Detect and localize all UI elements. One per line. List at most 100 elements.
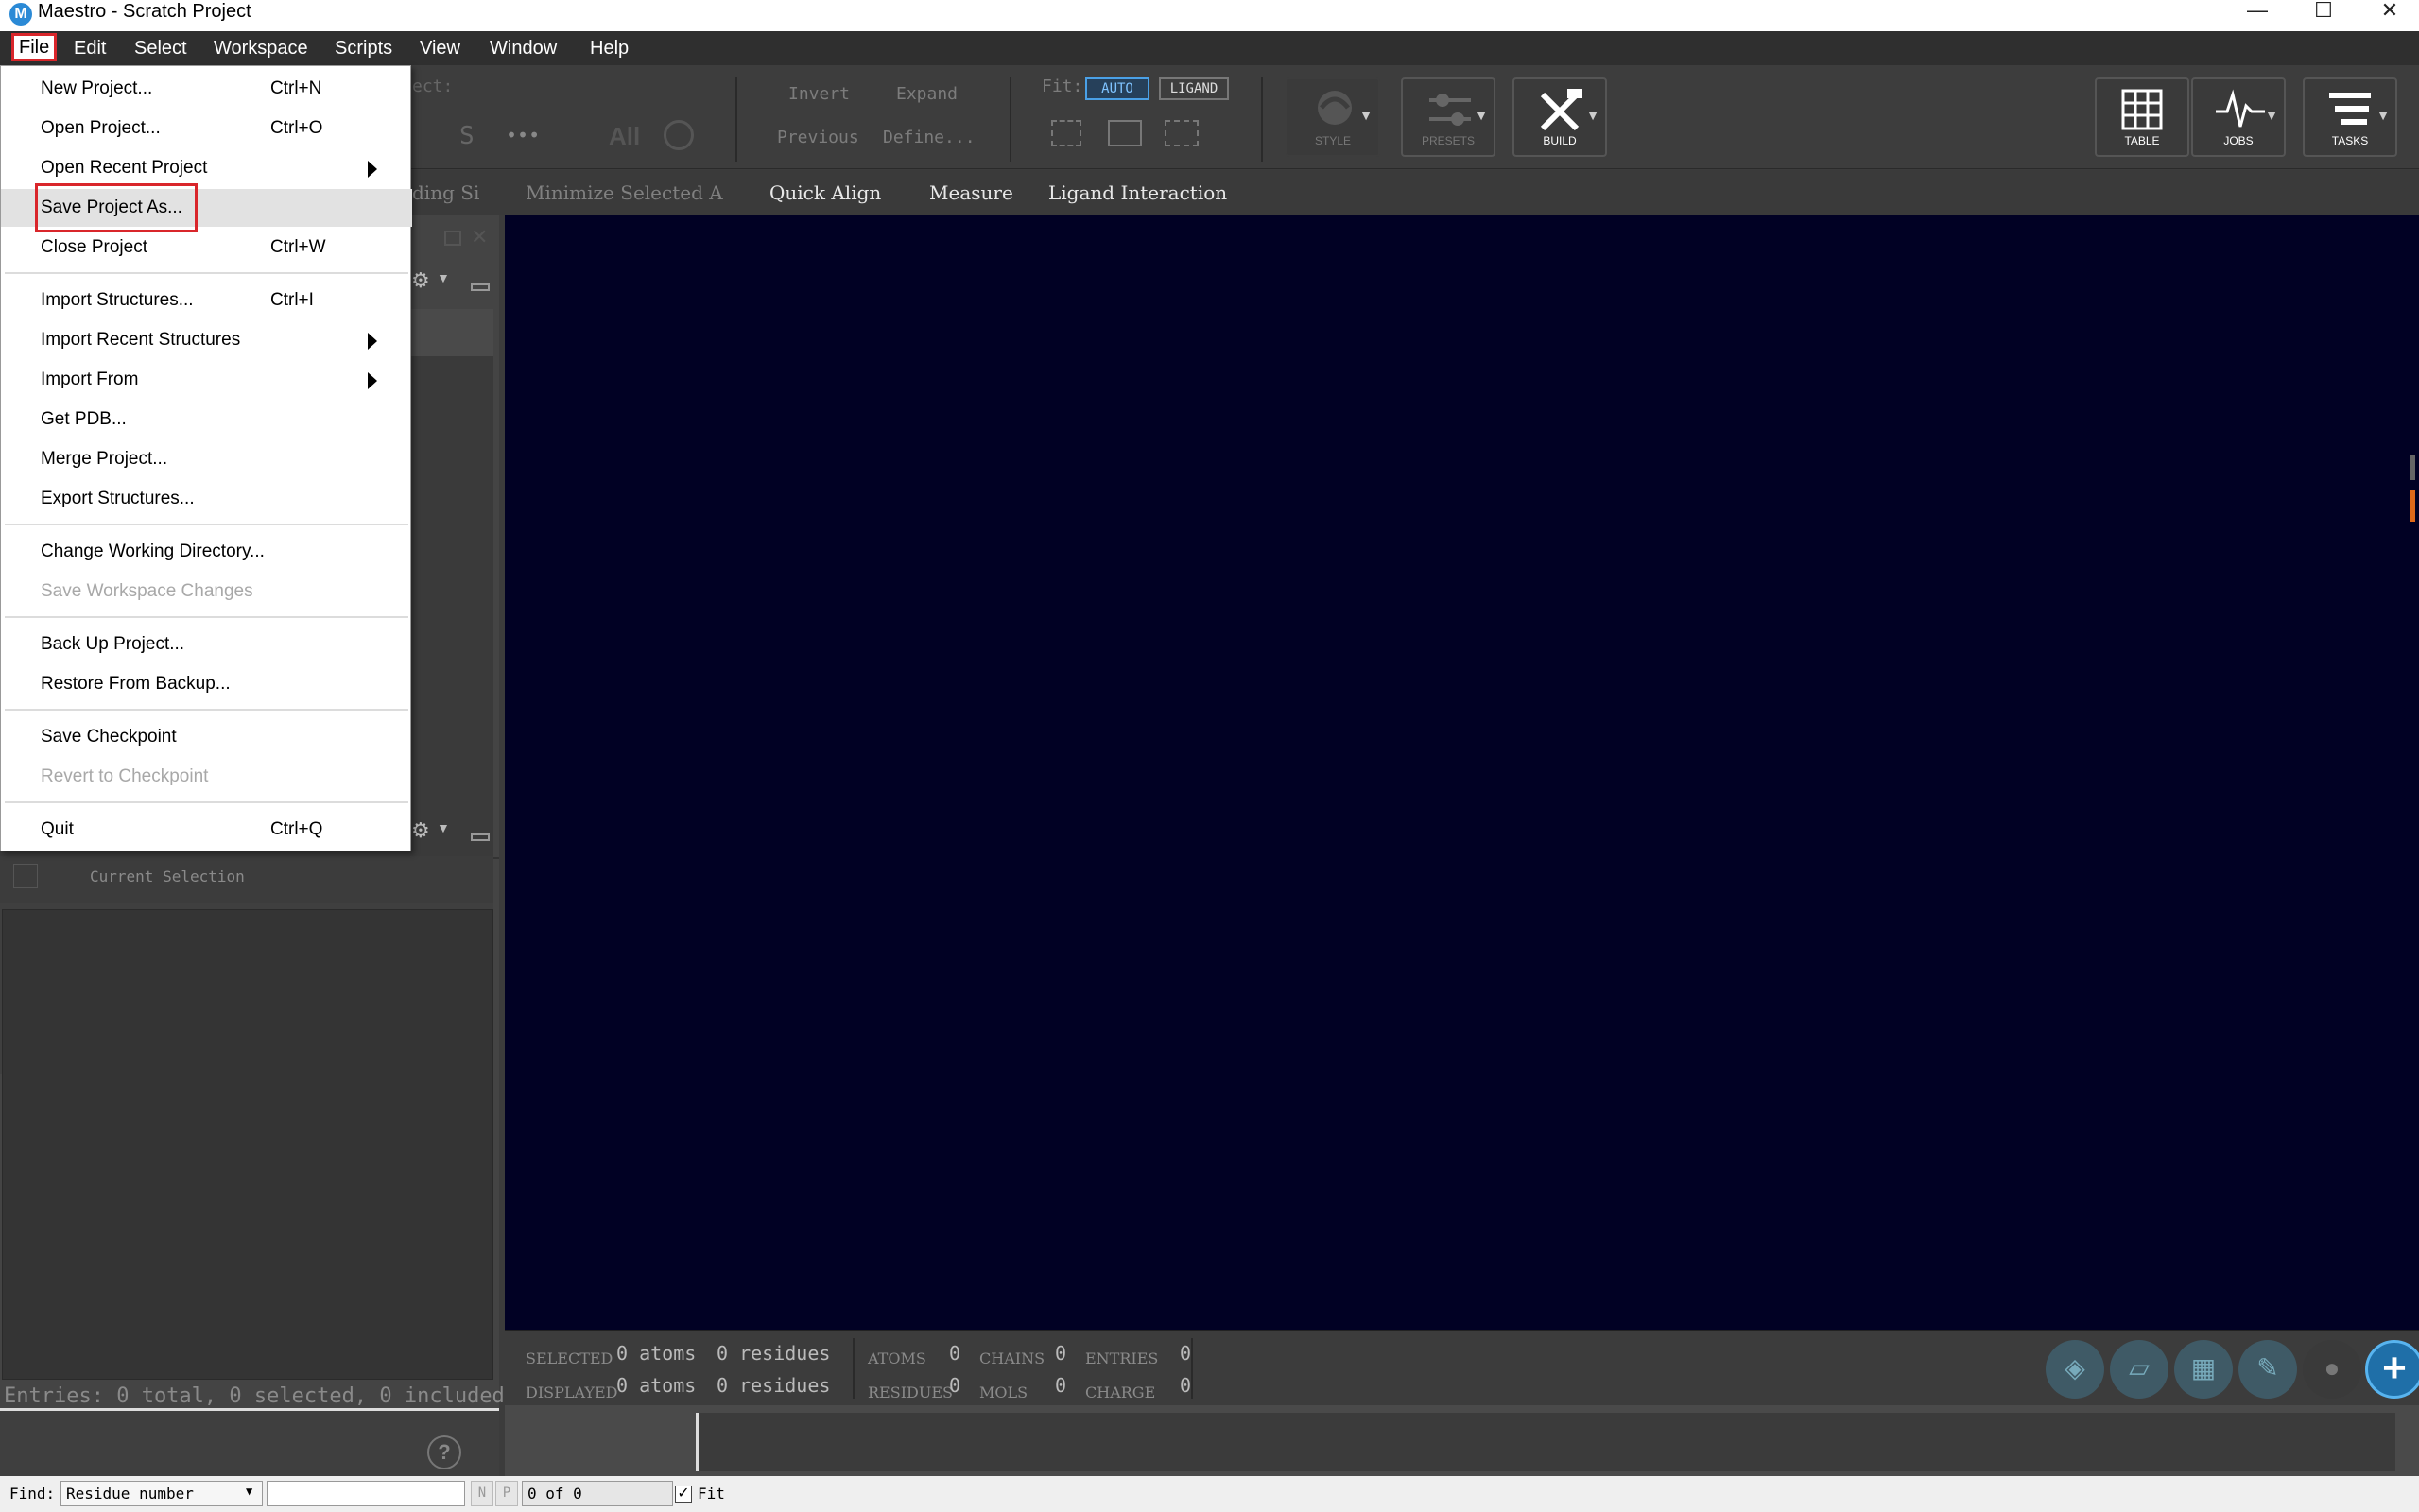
presets-button[interactable]: ▼ PRESETS — [1401, 77, 1495, 157]
menu-item-merge-project[interactable]: Merge Project... — [1, 440, 412, 478]
menu-item-open-recent-project[interactable]: Open Recent Project — [1, 149, 412, 187]
collapse-icon[interactable] — [471, 284, 490, 291]
menu-item-import-from[interactable]: Import From — [1, 361, 412, 399]
menu-item-save-checkpoint[interactable]: Save Checkpoint — [1, 718, 412, 756]
menu-item-export-structures[interactable]: Export Structures... — [1, 480, 412, 518]
label-tool-button[interactable]: ◈ — [2046, 1340, 2104, 1399]
fit-ligand-button[interactable]: LIGAND — [1159, 77, 1229, 100]
chevron-down-icon: ▼ — [1586, 108, 1599, 123]
fit-auto-button[interactable]: AUTO — [1085, 77, 1149, 100]
gear-icon[interactable]: ⚙ — [411, 268, 430, 293]
tasks-button[interactable]: ▼ TASKS — [2303, 77, 2397, 157]
chevron-down-icon: ▼ — [2265, 108, 2278, 123]
selection-checkbox[interactable] — [13, 864, 38, 888]
menu-select[interactable]: Select — [129, 35, 193, 61]
menu-item-change-working-directory[interactable]: Change Working Directory... — [1, 533, 412, 571]
selection-list[interactable] — [2, 909, 493, 1380]
viewport-scroll-thumb[interactable] — [2410, 490, 2415, 522]
displayed-residues: 0 residues — [717, 1374, 831, 1397]
menu-scripts[interactable]: Scripts — [329, 35, 398, 61]
define-button[interactable]: Define... — [883, 128, 976, 147]
gear-icon[interactable]: ⚙ — [411, 818, 430, 843]
status-separator — [1191, 1338, 1193, 1399]
maestro-app-icon: M — [9, 3, 32, 26]
menu-item-label: Import Structures... — [41, 290, 194, 310]
menu-item-quit[interactable]: Quit Ctrl+Q — [1, 811, 412, 849]
chevron-down-icon: ▼ — [246, 1485, 253, 1498]
ligand-interaction-button[interactable]: Ligand Interaction — [1048, 181, 1227, 204]
menu-item-new-project[interactable]: New Project... Ctrl+N — [1, 70, 412, 108]
menu-view[interactable]: View — [414, 35, 466, 61]
fit-selection-icon[interactable] — [1108, 120, 1142, 146]
entries-summary: Entries: 0 total, 0 selected, 0 included — [4, 1384, 505, 1408]
menu-item-shortcut: Ctrl+N — [270, 78, 322, 98]
maximize-icon[interactable]: ☐ — [2295, 0, 2352, 23]
selected-residues: 0 residues — [717, 1342, 831, 1365]
menu-workspace[interactable]: Workspace — [208, 35, 314, 61]
pencil-icon: ✎ — [2256, 1353, 2279, 1383]
menu-window[interactable]: Window — [484, 35, 562, 61]
binding-site-button[interactable]: ding Si — [412, 181, 479, 204]
menu-file[interactable]: File — [11, 33, 58, 61]
quick-align-button[interactable]: Quick Align — [769, 181, 881, 204]
menu-item-label: Change Working Directory... — [41, 541, 265, 561]
add-tool-button[interactable]: + — [2365, 1340, 2419, 1399]
minimize-selected-button[interactable]: Minimize Selected A — [526, 181, 723, 204]
menu-item-import-recent-structures[interactable]: Import Recent Structures — [1, 321, 412, 359]
menu-item-back-up-project[interactable]: Back Up Project... — [1, 626, 412, 663]
ruler-tool-button[interactable]: ▱ — [2110, 1340, 2168, 1399]
collapse-icon[interactable] — [471, 833, 490, 841]
jobs-activity-icon — [2216, 89, 2265, 128]
minimize-icon[interactable]: — — [2229, 0, 2286, 23]
menu-item-label: Get PDB... — [41, 409, 127, 429]
jobs-button[interactable]: ▼ JOBS — [2191, 77, 2286, 157]
menu-item-close-project[interactable]: Close Project Ctrl+W — [1, 229, 412, 266]
menu-item-save-workspace-changes: Save Workspace Changes — [1, 573, 412, 610]
expand-button[interactable]: Expand — [896, 84, 958, 104]
pencil-tool-button[interactable]: ✎ — [2238, 1340, 2297, 1399]
workspace-viewport[interactable] — [505, 215, 2419, 1330]
surface-tool-button[interactable]: ▦ — [2174, 1340, 2233, 1399]
find-previous-button[interactable]: P — [495, 1481, 518, 1506]
style-button[interactable]: ▼ STYLE — [1286, 77, 1380, 157]
build-button[interactable]: ▼ BUILD — [1512, 77, 1607, 157]
menu-item-open-project[interactable]: Open Project... Ctrl+O — [1, 110, 412, 147]
viewport-scroll-indicator[interactable] — [2410, 455, 2415, 480]
target-icon[interactable] — [664, 120, 694, 150]
invert-button[interactable]: Invert — [788, 84, 850, 104]
menu-item-import-structures[interactable]: Import Structures... Ctrl+I — [1, 282, 412, 319]
menu-item-get-pdb[interactable]: Get PDB... — [1, 401, 412, 438]
fit-view-icon[interactable] — [1165, 120, 1199, 146]
menu-item-label: Open Project... — [41, 118, 161, 138]
menu-help[interactable]: Help — [584, 35, 634, 61]
table-button[interactable]: TABLE — [2095, 77, 2189, 157]
previous-button[interactable]: Previous — [777, 128, 859, 147]
fit-checkbox[interactable]: ✓ — [675, 1486, 692, 1503]
close-panel-icon[interactable]: ✕ — [471, 225, 488, 249]
submenu-arrow-icon — [368, 333, 377, 350]
chevron-down-icon: ▼ — [2376, 108, 2390, 123]
menu-item-label: Save Workspace Changes — [41, 581, 253, 601]
selection-row[interactable] — [0, 856, 493, 903]
find-type-select[interactable]: Residue number — [60, 1481, 263, 1506]
find-next-button[interactable]: N — [471, 1481, 493, 1506]
select-all-button[interactable]: All — [609, 122, 640, 151]
menu-item-label: Export Structures... — [41, 489, 195, 508]
chevron-down-icon[interactable]: ▼ — [437, 820, 450, 835]
select-s-button[interactable]: S — [459, 122, 475, 150]
help-icon[interactable]: ? — [427, 1435, 461, 1469]
select-more-button[interactable]: ••• — [506, 124, 540, 146]
float-icon[interactable] — [444, 231, 461, 246]
chevron-down-icon[interactable]: ▼ — [437, 270, 450, 285]
command-input[interactable] — [696, 1413, 2395, 1471]
close-icon[interactable]: ✕ — [2361, 0, 2418, 23]
fit-all-icon[interactable] — [1051, 120, 1081, 146]
menu-edit[interactable]: Edit — [68, 35, 112, 61]
toggle-tool-button[interactable]: ● — [2303, 1340, 2361, 1399]
entries-value: 0 — [1180, 1342, 1192, 1365]
tasks-label: TASKS — [2331, 134, 2369, 147]
measure-button[interactable]: Measure — [929, 181, 1013, 204]
menu-item-save-project-as[interactable]: Save Project As... — [1, 183, 412, 232]
menu-item-restore-from-backup[interactable]: Restore From Backup... — [1, 665, 412, 703]
find-input[interactable] — [267, 1481, 465, 1506]
